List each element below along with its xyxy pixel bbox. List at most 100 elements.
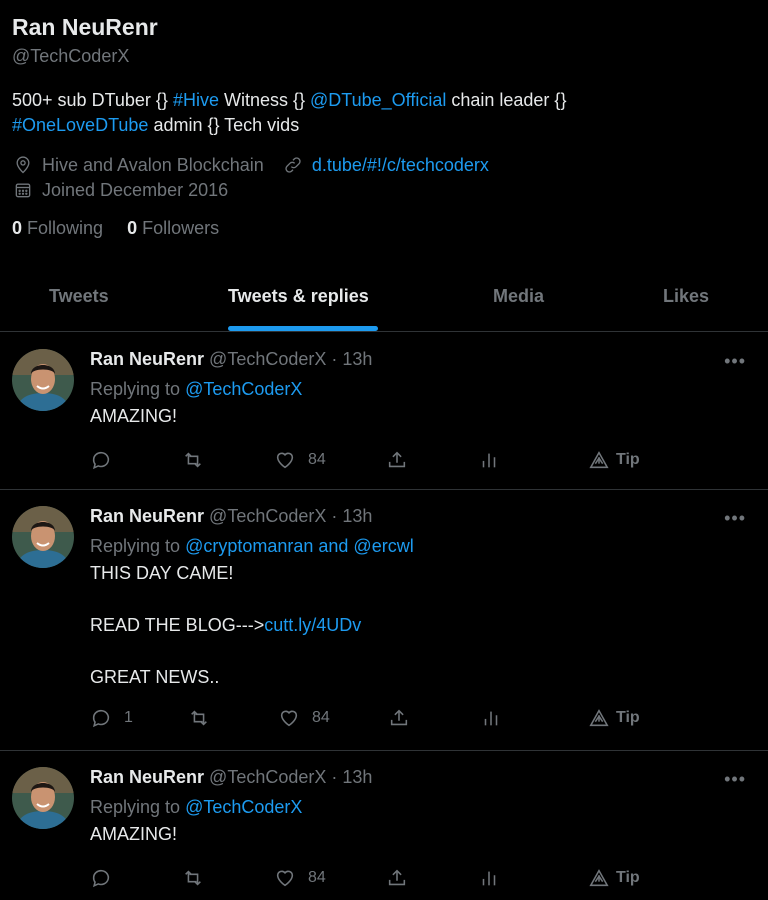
tweet-text-line: READ THE BLOG--->cutt.ly/4UDv (90, 612, 750, 638)
like-button[interactable]: 84 (274, 449, 326, 471)
share-button[interactable] (386, 867, 408, 889)
tweet-text-line: GREAT NEWS.. (90, 667, 220, 687)
tip-icon (589, 451, 609, 469)
analytics-icon (484, 711, 498, 726)
following-count: 0 (12, 218, 23, 238)
tweet-text-blank-line (90, 638, 750, 664)
reply-button[interactable]: 1 (90, 707, 133, 729)
share-button[interactable] (386, 449, 408, 471)
profile-handle: @TechCoderX (12, 46, 130, 66)
following-label: Following (27, 218, 104, 238)
tweet-author-handle[interactable]: @TechCoderX (209, 767, 326, 787)
replying-to-label: Replying to (90, 536, 181, 556)
tip-label: Tip (616, 451, 640, 468)
avatar[interactable] (12, 506, 74, 568)
replying-to: Replying to @cryptomanran and @ercwl (90, 532, 750, 560)
followers-link[interactable]: 0 Followers (127, 218, 219, 239)
retweet-icon (185, 452, 201, 468)
active-tab-indicator (228, 326, 378, 331)
tip-button[interactable]: Tip (588, 449, 640, 471)
dtube-mention-link[interactable]: @DTube_Official (310, 90, 446, 110)
replying-to: Replying to @TechCoderX (90, 793, 750, 821)
tab-likes[interactable]: Likes (663, 286, 709, 307)
profile-website-link[interactable]: d.tube/#!/c/techcoderx (312, 155, 489, 176)
followers-label: Followers (142, 218, 220, 238)
tip-button[interactable]: Tip (588, 867, 640, 889)
replying-to-label: Replying to (90, 379, 181, 399)
share-icon (390, 709, 408, 726)
profile-joined-date: Joined December 2016 (42, 179, 229, 200)
avatar[interactable] (12, 349, 74, 411)
like-button[interactable]: 84 (274, 867, 326, 889)
retweet-button[interactable] (182, 867, 204, 889)
more-icon[interactable]: ••• (724, 351, 746, 372)
analytics-button[interactable] (478, 867, 500, 889)
share-icon (388, 869, 406, 886)
tweet-timestamp[interactable]: · 13h (331, 767, 372, 787)
tweet-text: AMAZING! (90, 403, 750, 429)
tweet-author-name[interactable]: Ran NeuRenr (90, 767, 204, 787)
like-count: 84 (308, 451, 326, 468)
replying-to-label: Replying to (90, 797, 181, 817)
replying-to-link[interactable]: @TechCoderX (185, 797, 302, 817)
tweet[interactable]: Ran NeuRenr @TechCoderX · 13h Replying t… (0, 490, 768, 751)
location-pin-icon (12, 154, 34, 176)
tweet-author-name[interactable]: Ran NeuRenr (90, 506, 204, 526)
tweet-text-line: AMAZING! (90, 824, 178, 844)
reply-icon (92, 451, 110, 470)
tweet-content: Ran NeuRenr @TechCoderX · 13h Replying t… (90, 767, 750, 847)
like-count: 84 (308, 869, 326, 886)
tweet-text-blank-line (90, 586, 750, 612)
tab-media[interactable]: Media (493, 286, 544, 307)
reply-icon (92, 709, 110, 728)
onelove-hashtag-link[interactable]: #OneLoveDTube (12, 115, 148, 135)
tweet[interactable]: Ran NeuRenr @TechCoderX · 13h Replying t… (0, 333, 768, 490)
tweet-content: Ran NeuRenr @TechCoderX · 13h Replying t… (90, 349, 750, 429)
blog-link[interactable]: cutt.ly/4UDv (264, 615, 361, 635)
following-link[interactable]: 0 Following (12, 218, 103, 239)
avatar[interactable] (12, 767, 74, 829)
like-button[interactable]: 84 (278, 707, 330, 729)
replying-to: Replying to @TechCoderX (90, 375, 750, 403)
reply-icon (92, 869, 110, 888)
hive-hashtag-link[interactable]: #Hive (173, 90, 219, 110)
tweet-text-line: AMAZING! (90, 406, 178, 426)
tweet-timestamp[interactable]: · 13h (331, 506, 372, 526)
tweet-text-segment: READ THE BLOG---> (90, 615, 265, 635)
analytics-icon (482, 871, 496, 886)
link-icon (282, 154, 304, 176)
bio-text: chain leader {} (446, 90, 567, 110)
tip-icon (589, 709, 609, 727)
more-icon[interactable]: ••• (724, 769, 746, 790)
share-icon (388, 451, 406, 468)
tab-tweets[interactable]: Tweets (49, 286, 109, 307)
retweet-button[interactable] (188, 707, 210, 729)
tweet-timestamp[interactable]: · 13h (331, 349, 372, 369)
more-icon[interactable]: ••• (724, 508, 746, 529)
tweet[interactable]: Ran NeuRenr @TechCoderX · 13h Replying t… (0, 751, 768, 900)
tweet-author-handle[interactable]: @TechCoderX (209, 349, 326, 369)
tip-button[interactable]: Tip (588, 707, 640, 729)
tweet-header: Ran NeuRenr @TechCoderX · 13h (90, 349, 750, 375)
analytics-button[interactable] (478, 449, 500, 471)
tab-tweets-and-replies[interactable]: Tweets & replies (228, 286, 369, 307)
retweet-icon (185, 870, 201, 886)
tip-label: Tip (616, 709, 640, 726)
profile-tabs: Tweets Tweets & replies Media Likes (0, 264, 768, 332)
retweet-icon (191, 710, 207, 726)
replying-to-link[interactable]: @TechCoderX (185, 379, 302, 399)
bio-text: admin {} Tech vids (148, 115, 300, 135)
heart-icon (280, 710, 298, 727)
reply-button[interactable] (90, 867, 112, 889)
profile-location: Hive and Avalon Blockchain (42, 154, 264, 175)
reply-count: 1 (124, 709, 133, 726)
reply-button[interactable] (90, 449, 112, 471)
replying-to-link[interactable]: @cryptomanran and @ercwl (185, 536, 414, 556)
bio-text: 500+ sub DTuber {} (12, 90, 173, 110)
tweet-author-name[interactable]: Ran NeuRenr (90, 349, 204, 369)
profile-joined-row: Joined December 2016 (12, 179, 228, 201)
share-button[interactable] (388, 707, 410, 729)
retweet-button[interactable] (182, 449, 204, 471)
analytics-button[interactable] (480, 707, 502, 729)
tweet-author-handle[interactable]: @TechCoderX (209, 506, 326, 526)
